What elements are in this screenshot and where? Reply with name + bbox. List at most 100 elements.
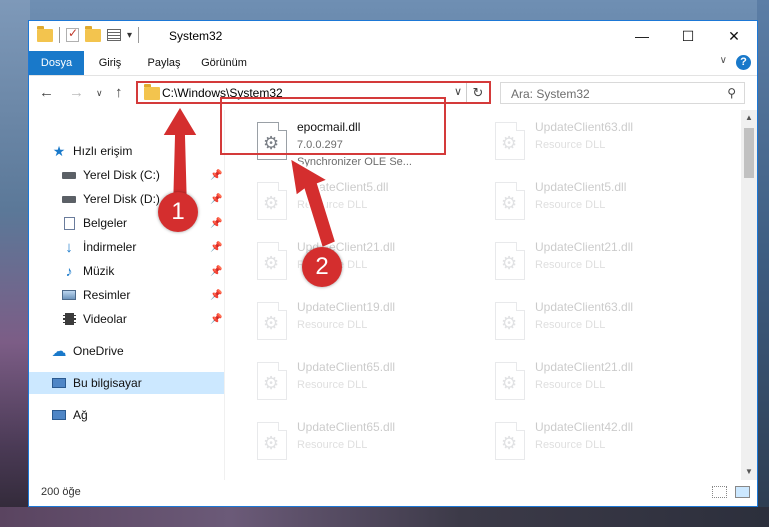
nav-label: Yerel Disk (C:) xyxy=(83,168,160,182)
scroll-down-icon[interactable]: ▼ xyxy=(741,464,757,480)
file-item[interactable]: ⚙ UpdateClient21.dll Resource DLL xyxy=(487,356,712,412)
nav-item-music[interactable]: ♪ Müzik 📌 xyxy=(29,260,224,282)
help-icon[interactable]: ? xyxy=(736,55,751,70)
nav-label: Videolar xyxy=(83,312,127,326)
search-input[interactable]: Ara: System32 ⚲ xyxy=(500,82,745,104)
file-description: Resource DLL xyxy=(297,439,368,451)
file-description: Resource DLL xyxy=(535,319,606,331)
nav-network[interactable]: Ağ xyxy=(29,404,224,426)
desktop-background-right xyxy=(757,0,769,527)
search-icon[interactable]: ⚲ xyxy=(727,86,736,100)
file-name: UpdateClient63.dll xyxy=(535,120,634,134)
pin-icon[interactable]: 📌 xyxy=(210,314,222,325)
ribbon-tabs: Dosya Giriş Paylaş Görünüm ∨ ? xyxy=(29,51,757,76)
gear-icon: ⚙ xyxy=(501,193,518,213)
pin-icon[interactable]: 📌 xyxy=(210,266,222,277)
dll-file-icon: ⚙ xyxy=(495,122,525,160)
desktop-background-left xyxy=(0,0,30,527)
window-title: System32 xyxy=(169,29,223,43)
file-description: Resource DLL xyxy=(297,319,368,331)
file-name: UpdateClient19.dll xyxy=(297,300,396,314)
properties-check-icon[interactable] xyxy=(66,26,79,42)
pin-icon[interactable]: 📌 xyxy=(210,242,222,253)
close-icon[interactable]: ✕ xyxy=(711,21,757,51)
file-item[interactable]: ⚙ UpdateClient65.dll Resource DLL xyxy=(249,356,474,412)
desktop-background-bottom xyxy=(0,507,769,527)
star-icon: ★ xyxy=(52,142,66,159)
picture-icon xyxy=(61,288,77,302)
gear-icon: ⚙ xyxy=(263,193,280,213)
status-bar: 200 öğe xyxy=(29,480,757,506)
network-icon xyxy=(51,408,67,422)
file-name: UpdateClient42.dll xyxy=(535,420,634,434)
dll-file-icon: ⚙ xyxy=(495,242,525,280)
gear-icon: ⚙ xyxy=(501,313,518,333)
tab-home[interactable]: Giriş xyxy=(86,51,134,75)
file-item[interactable]: ⚙ UpdateClient5.dll Resource DLL xyxy=(487,176,712,232)
dll-file-icon: ⚙ xyxy=(495,302,525,340)
quick-access-toolbar: ▾ xyxy=(37,25,140,43)
item-count: 200 öğe xyxy=(41,486,81,498)
nav-item-pictures[interactable]: Resimler 📌 xyxy=(29,284,224,306)
nav-item-downloads[interactable]: ↓ İndirmeler 📌 xyxy=(29,236,224,258)
file-name: UpdateClient21.dll xyxy=(535,240,634,254)
refresh-icon[interactable]: ↻ xyxy=(466,83,489,102)
details-view-icon[interactable] xyxy=(712,486,727,498)
file-item[interactable]: ⚙ UpdateClient19.dll Resource DLL xyxy=(249,296,474,352)
file-item[interactable]: ⚙ UpdateClient21.dll Resource DLL xyxy=(487,236,712,292)
tiles-view-icon[interactable] xyxy=(735,486,750,498)
tab-share[interactable]: Paylaş xyxy=(138,51,190,75)
search-placeholder: Ara: System32 xyxy=(511,87,590,101)
chevron-down-icon[interactable]: ∨ xyxy=(454,85,462,98)
dll-file-icon: ⚙ xyxy=(495,182,525,220)
nav-label: Resimler xyxy=(83,288,131,302)
nav-onedrive[interactable]: ☁ OneDrive xyxy=(29,340,224,362)
vertical-scrollbar[interactable]: ▲ ▼ xyxy=(741,110,757,480)
file-description: Resource DLL xyxy=(535,199,606,211)
drive-icon xyxy=(61,192,77,206)
pin-icon[interactable]: 📌 xyxy=(210,290,222,301)
nav-this-pc[interactable]: Bu bilgisayar xyxy=(29,372,224,394)
dll-file-icon: ⚙ xyxy=(257,422,287,460)
file-item[interactable]: ⚙ UpdateClient63.dll Resource DLL xyxy=(487,116,712,172)
nav-item-videos[interactable]: Videolar 📌 xyxy=(29,308,224,330)
file-description: Resource DLL xyxy=(535,379,606,391)
up-arrow-icon[interactable]: ↑ xyxy=(115,84,123,101)
nav-label: İndirmeler xyxy=(83,240,137,254)
new-folder-icon[interactable] xyxy=(85,25,101,42)
expand-ribbon-icon[interactable]: ∨ xyxy=(720,55,727,66)
gear-icon: ⚙ xyxy=(501,253,518,273)
file-item[interactable]: ⚙ UpdateClient63.dll Resource DLL xyxy=(487,296,712,352)
scroll-up-icon[interactable]: ▲ xyxy=(741,110,757,126)
file-description: Resource DLL xyxy=(535,259,606,271)
file-name: UpdateClient65.dll xyxy=(297,360,396,374)
minimize-icon[interactable]: — xyxy=(619,21,665,51)
nav-label: Yerel Disk (D:) xyxy=(83,192,160,206)
nav-label: OneDrive xyxy=(73,344,124,358)
nav-label: Belgeler xyxy=(83,216,128,230)
highlight-box-file xyxy=(220,97,446,155)
customize-toolbar-icon[interactable] xyxy=(107,29,121,41)
back-arrow-icon[interactable]: ← xyxy=(39,84,54,101)
window-controls: — ☐ ✕ xyxy=(619,21,757,51)
nav-label: Ağ xyxy=(73,408,88,422)
customize-dropdown-icon[interactable]: ▾ xyxy=(127,30,132,41)
tab-file[interactable]: Dosya xyxy=(29,51,84,75)
title-bar: ▾ System32 — ☐ ✕ xyxy=(29,21,757,51)
dll-file-icon: ⚙ xyxy=(495,422,525,460)
scroll-thumb[interactable] xyxy=(744,128,754,178)
forward-arrow-icon[interactable]: → xyxy=(69,84,84,101)
annotation-badge-1: 1 xyxy=(158,192,198,232)
toolbar-separator xyxy=(59,27,60,43)
download-arrow-icon: ↓ xyxy=(65,238,73,256)
file-item[interactable]: ⚙ UpdateClient65.dll Resource DLL xyxy=(249,416,474,472)
file-name: UpdateClient5.dll xyxy=(535,180,627,194)
file-item[interactable]: ⚙ UpdateClient42.dll Resource DLL xyxy=(487,416,712,472)
maximize-icon[interactable]: ☐ xyxy=(665,21,711,51)
file-description: Resource DLL xyxy=(535,139,606,151)
computer-icon xyxy=(51,376,67,390)
file-description: Resource DLL xyxy=(297,379,368,391)
annotation-badge-2: 2 xyxy=(302,247,342,287)
tab-view[interactable]: Görünüm xyxy=(194,51,254,75)
recent-locations-icon[interactable]: ∨ xyxy=(96,88,103,99)
